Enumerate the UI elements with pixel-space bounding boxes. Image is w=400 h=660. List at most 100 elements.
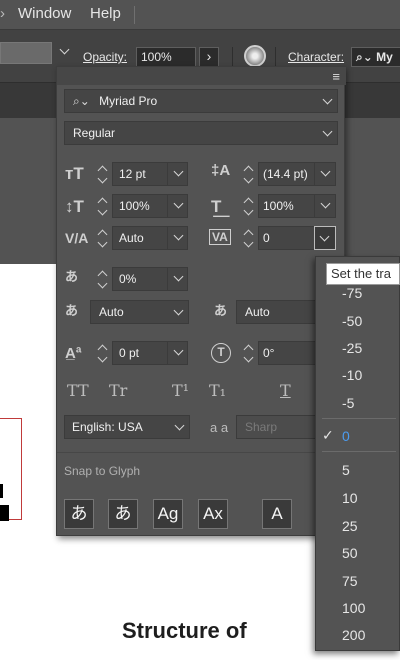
opacity-label[interactable]: Opacity: [83, 50, 127, 64]
tracking-icon: VA [209, 229, 231, 245]
tracking-option[interactable]: 25 [342, 518, 358, 534]
horizontal-scale-stepper[interactable] [243, 195, 255, 217]
tsume-icon: あ [65, 269, 79, 284]
snap-to-glyph-label: Snap to Glyph [64, 464, 141, 478]
tracking-dropdown-button[interactable] [314, 226, 336, 250]
tracking-option[interactable]: -75 [342, 285, 362, 301]
kerning-stepper[interactable] [97, 227, 109, 249]
menu-window[interactable]: Window [18, 5, 71, 22]
aki-left-dropdown[interactable]: Auto [90, 300, 189, 324]
tracking-tooltip: Set the tra [326, 263, 400, 285]
character-font-field[interactable]: ⌕⌄ My [351, 47, 400, 67]
rotation-stepper[interactable] [243, 342, 255, 364]
font-size-value: 12 pt [119, 167, 146, 181]
font-style-value: Regular [73, 126, 116, 140]
subscript-button[interactable]: T₁ [209, 381, 226, 400]
vertical-scale-icon: ↕T [65, 197, 84, 216]
tracking-stepper[interactable] [243, 227, 255, 249]
style-swatch-field[interactable] [0, 42, 52, 64]
tracking-option-selected[interactable]: 0 [342, 428, 350, 444]
check-icon: ✓ [322, 427, 334, 443]
snap-baseline-button[interactable]: あ [64, 499, 94, 529]
tracking-option[interactable]: -5 [342, 395, 354, 411]
chevron-down-icon [322, 94, 333, 105]
list-divider [322, 418, 396, 419]
language-dropdown[interactable]: English: USA [64, 415, 190, 439]
aki-right-value: Auto [245, 305, 270, 319]
menu-overflow-icon[interactable]: › [0, 5, 5, 22]
kerning-icon: V/A [65, 230, 89, 246]
list-divider [322, 451, 396, 452]
menu-help[interactable]: Help [90, 5, 121, 22]
snap-glyph-bounds-button[interactable]: Ag [153, 499, 183, 529]
font-family-value: Myriad Pro [99, 94, 158, 108]
opacity-input[interactable]: 100% [136, 47, 196, 67]
aki-right-icon: あ [214, 303, 228, 318]
panel-menu-icon[interactable]: ≡ [332, 69, 340, 84]
snap-proximity-guides-button[interactable]: Ax [198, 499, 228, 529]
tracking-option[interactable]: -50 [342, 313, 362, 329]
canvas-background-left [0, 118, 56, 264]
panel-header: ≡ [57, 67, 346, 85]
tsume-value: 0% [119, 272, 137, 286]
small-caps-button[interactable]: Tr [109, 381, 127, 400]
antialias-value: Sharp [245, 420, 278, 434]
font-style-dropdown[interactable]: Regular [64, 121, 338, 145]
aki-left-value: Auto [99, 305, 124, 319]
leading-stepper[interactable] [243, 163, 255, 185]
font-search-icon: ⌕⌄ [356, 50, 373, 64]
leading-icon: ‡A [211, 162, 231, 179]
vertical-scale-stepper[interactable] [97, 195, 109, 217]
tsume-stepper[interactable] [97, 268, 109, 290]
character-rotation-icon: T [211, 343, 231, 363]
opacity-expand-button[interactable]: › [199, 47, 219, 67]
all-caps-button[interactable]: TT [67, 381, 89, 400]
document-heading: Structure of [122, 618, 247, 643]
font-size-stepper[interactable] [97, 163, 109, 185]
kerning-dropdown-button[interactable] [167, 226, 189, 250]
menu-divider [134, 6, 135, 24]
leading-dropdown-button[interactable] [314, 162, 336, 186]
tracking-option[interactable]: 100 [342, 600, 365, 616]
vertical-scale-dropdown-button[interactable] [167, 194, 189, 218]
antialias-icon: a a [210, 420, 229, 435]
baseline-shift-stepper[interactable] [97, 342, 109, 364]
tsume-dropdown-button[interactable] [167, 267, 189, 291]
tracking-option[interactable]: -25 [342, 340, 362, 356]
tracking-value: 0 [263, 231, 270, 245]
leading-value: (14.4 pt) [263, 167, 308, 181]
vertical-scale-value: 100% [119, 199, 150, 213]
font-search-icon: ⌕⌄ [73, 94, 90, 108]
baseline-shift-icon: A̲ª [65, 345, 82, 362]
language-value: English: USA [72, 420, 143, 434]
doc-text-fragment [0, 484, 3, 498]
tracking-options-list: -75 -50 -25 -10 -5 ✓ 0 5 10 25 50 75 100… [315, 256, 400, 651]
tracking-option[interactable]: 75 [342, 573, 358, 589]
tracking-option[interactable]: 10 [342, 490, 358, 506]
canvas-background-right [345, 118, 400, 256]
font-size-dropdown-button[interactable] [167, 162, 189, 186]
baseline-shift-dropdown-button[interactable] [167, 341, 189, 365]
underline-button[interactable]: T [280, 381, 291, 400]
panel-divider [57, 452, 346, 453]
horizontal-scale-dropdown-button[interactable] [314, 194, 336, 218]
character-label[interactable]: Character: [288, 50, 344, 64]
aki-left-icon: あ [65, 303, 79, 318]
tracking-option[interactable]: 200 [342, 627, 365, 643]
doc-text-fragment-2 [0, 505, 9, 521]
superscript-button[interactable]: T¹ [172, 381, 189, 400]
kerning-value: Auto [119, 231, 144, 245]
snap-angular-guides-button[interactable]: A [262, 499, 292, 529]
recolor-artwork-icon[interactable] [244, 45, 266, 67]
menu-bar: › Window Help [0, 0, 400, 30]
tracking-option[interactable]: -10 [342, 367, 362, 383]
tracking-option[interactable]: 50 [342, 545, 358, 561]
style-dropdown-icon[interactable] [57, 42, 71, 62]
font-family-dropdown[interactable]: ⌕⌄ Myriad Pro [64, 89, 338, 113]
chevron-down-icon [322, 126, 333, 137]
snap-xheight-button[interactable]: あ [108, 499, 138, 529]
horizontal-scale-icon: T͟ [211, 197, 222, 216]
rotation-value: 0° [263, 346, 275, 360]
tracking-option[interactable]: 5 [342, 462, 350, 478]
font-size-icon: ᴛT [65, 164, 84, 183]
